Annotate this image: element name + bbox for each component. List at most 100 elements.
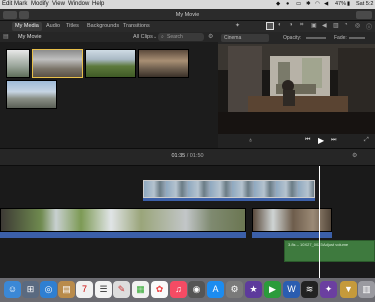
clip-thumbnail[interactable] [6,80,57,109]
storyline-clip[interactable] [0,208,246,232]
clip-filter-icon[interactable]: ◎ [355,22,360,29]
menu-window[interactable]: Window [68,0,89,9]
music-icon[interactable]: ♫ [170,281,187,298]
notes-icon[interactable]: ▤ [58,281,75,298]
numbers-icon[interactable]: ▦ [132,281,149,298]
app-store-icon[interactable]: A [207,281,224,298]
facetime-icon[interactable]: ▶ [264,281,281,298]
settings-icon[interactable]: ⚙ [352,152,357,159]
opacity-label: Opacity: [283,35,302,41]
current-time: 01:35 [171,153,186,159]
color-balance-icon[interactable]: ◐ [278,22,282,28]
system-preferences-icon[interactable]: ⚙ [226,281,243,298]
skip-forward-icon[interactable]: ⏭ [331,137,336,144]
imovie-dock-icon[interactable]: ✦ [320,281,337,298]
timeline: 3.8s – 10X27_0023 Adjust volume [0,166,375,278]
opacity-slider[interactable] [306,37,326,39]
color-correction-icon[interactable]: ◑ [289,22,293,28]
reminders-badge-icon[interactable]: ✎ [113,281,130,298]
audio-clip[interactable]: 3.8s – 10X27_0023 Adjust volume [284,240,375,262]
tab-audio[interactable]: Audio [43,22,63,31]
podcasts-icon[interactable]: ◉ [188,281,205,298]
skip-back-icon[interactable]: ⏮ [305,137,310,144]
safari-icon[interactable]: ◎ [40,281,57,298]
spotify-icon[interactable]: ≋ [301,281,318,298]
photos-icon[interactable]: ✿ [151,281,168,298]
stabilization-icon[interactable]: ▣ [311,22,317,29]
app-title-bar: My Movie [0,9,375,21]
overlay-preset-value: Cinema [224,35,242,41]
total-time: 01:50 [189,153,204,159]
media-browser [0,42,218,148]
screen-icon[interactable]: ▭ [296,0,301,9]
audio-volume-label: Adjust volume [323,242,349,247]
volume-icon[interactable]: ◀ [324,0,328,9]
settings-icon[interactable]: ⚙ [208,32,213,42]
audio-clip-label: 3.8s – 10X27_0023 [288,242,323,247]
clock[interactable]: Sat 5:2 [356,0,373,9]
menu-help[interactable]: Help [92,0,104,9]
fade-label: Fade: [334,35,347,41]
reminders-icon[interactable]: ☰ [95,281,112,298]
timecode-separator: / [186,153,189,159]
adjustments-bar: ✦ ◐ ◑ ⌗ ▣ ◀ ▥ ◔ ◎ ⓘ [218,21,375,32]
clip-thumbnail[interactable] [6,49,30,78]
battery-icon[interactable]: ▮ [347,0,350,9]
clip-filter[interactable]: All Clips [133,32,153,42]
overlay-preset-select[interactable]: Cinema [221,34,269,42]
crop-icon[interactable]: ⌗ [300,22,303,29]
microphone-icon[interactable]: ♁ [248,137,253,144]
cutaway-clip[interactable] [143,180,315,198]
menu-view[interactable]: View [52,0,65,9]
noise-reduction-icon[interactable]: ▥ [333,22,339,29]
battery-percent[interactable]: 47% [335,0,346,9]
tab-transitions[interactable]: Transitions [120,22,153,31]
timeline-header: 01:35 / 01:50 ⚙ [0,148,375,166]
play-button[interactable]: ▶ [318,136,324,145]
playback-controls: ♁ ⏮ ▶ ⏭ ⤢ [218,134,375,148]
info-icon[interactable]: ⓘ [366,22,372,31]
storyline-audio-bar [0,232,246,238]
magic-wand-icon[interactable]: ✦ [235,22,240,29]
finder-icon[interactable]: ☺ [4,281,21,298]
search-input[interactable]: ⌕ Search [158,33,204,41]
word-icon[interactable]: W [283,281,300,298]
clip-thumbnail-selected[interactable] [32,49,83,78]
sidebar-toggle-icon[interactable]: ▤ [3,32,9,42]
share-button[interactable] [356,11,372,19]
menu-modify[interactable]: Modify [31,0,49,9]
speed-icon[interactable]: ◔ [344,22,348,28]
menu-mark[interactable]: Mark [14,0,27,9]
search-placeholder: Search [167,34,183,40]
fullscreen-icon[interactable]: ⤢ [364,137,369,144]
launchpad-icon[interactable]: ⊞ [22,281,39,298]
playhead[interactable] [319,166,320,278]
fade-slider[interactable] [349,37,365,39]
menu-edit[interactable]: Edit [2,0,12,9]
storyline-audio-bar [252,232,332,238]
tab-titles[interactable]: Titles [63,22,82,31]
tab-backgrounds[interactable]: Backgrounds [84,22,122,31]
volume-adjust-icon[interactable]: ◀ [322,22,327,29]
browser-tabs: My Media Audio Titles Backgrounds Transi… [0,21,218,32]
event-name: My Movie [18,34,42,40]
imovie-icon[interactable]: ★ [245,281,262,298]
window-title: My Movie [175,12,200,18]
clip-thumbnail[interactable] [85,49,136,78]
clip-thumbnail[interactable] [138,49,189,78]
viewer-frame [218,44,375,134]
cutaway-audio-bar [143,198,315,201]
dock: ☺ ⊞ ◎ ▤ 7 ☰ ✎ ▦ ✿ ♫ ◉ A ⚙ ★ ▶ W ≋ ✦ ▼ ▥ [0,278,375,302]
calendar-icon[interactable]: 7 [76,281,93,298]
status-icon[interactable]: ● [286,0,289,9]
wifi-icon[interactable]: ◠ [315,0,320,9]
dropbox-icon[interactable]: ◆ [276,0,280,9]
trash-icon[interactable]: ▥ [358,281,375,298]
tab-my-media[interactable]: My Media [12,22,42,31]
library-bar: ▤ My Movie All Clips ⌄ ⌕ Search ⚙ [0,32,218,42]
storyline-clip[interactable] [252,208,332,232]
downloads-icon[interactable]: ▼ [340,281,357,298]
video-overlay-icon[interactable] [266,22,274,30]
chevron-down-icon[interactable]: ⌄ [153,32,157,42]
bluetooth-icon[interactable]: ✱ [306,0,311,9]
